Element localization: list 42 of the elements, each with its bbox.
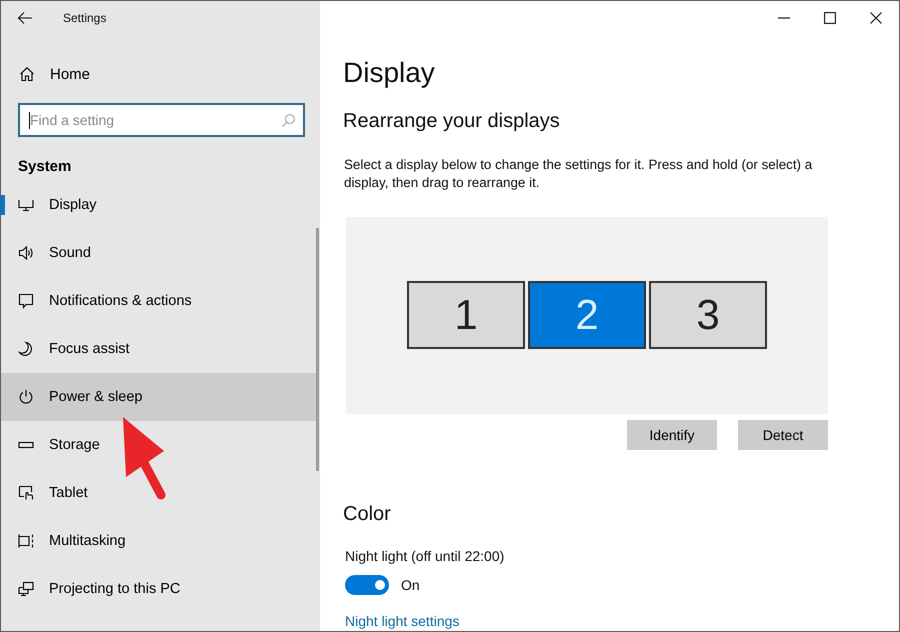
sidebar-item[interactable]: Power & sleep xyxy=(1,373,319,421)
toggle-state-label: On xyxy=(401,577,420,593)
close-icon xyxy=(870,12,882,24)
text-cursor xyxy=(29,112,30,129)
multitasking-icon xyxy=(18,533,34,549)
home-icon xyxy=(19,66,35,82)
sound-icon xyxy=(18,245,34,261)
home-nav-item[interactable]: Home xyxy=(1,54,320,94)
sidebar-item[interactable]: Display xyxy=(1,181,319,229)
monitor-tile[interactable]: 2 xyxy=(528,280,646,348)
focus-icon xyxy=(18,341,34,357)
notifications-icon xyxy=(18,293,34,309)
sidebar-item[interactable]: Sound xyxy=(1,229,319,277)
description-text: Select a display below to change the settings for it. Press and hold (or select) a display, then drag to rearrange it. xyxy=(344,156,814,192)
settings-link[interactable]: Night light settings xyxy=(345,611,460,631)
window-title: Settings xyxy=(63,10,106,24)
page-title: Display xyxy=(343,56,435,90)
power-icon xyxy=(18,389,34,405)
minimize-icon xyxy=(778,16,790,18)
maximize-icon xyxy=(824,12,836,24)
search-icon xyxy=(282,114,295,127)
setting-label: Night light (off until 22:00) xyxy=(345,547,504,566)
sidebar-item[interactable]: Multitasking xyxy=(1,517,319,565)
sidebar-item[interactable]: Focus assist xyxy=(1,325,319,373)
monitor-tile[interactable]: 1 xyxy=(407,280,525,348)
scrollbar[interactable] xyxy=(316,228,319,471)
sidebar-item[interactable]: Notifications & actions xyxy=(1,277,319,325)
sidebar-item[interactable]: Tablet xyxy=(1,469,319,517)
back-arrow-icon xyxy=(17,10,33,26)
section-heading: System xyxy=(18,157,72,177)
display-icon xyxy=(18,197,34,213)
detect-button[interactable]: Detect xyxy=(738,420,828,450)
sidebar-item[interactable]: Storage xyxy=(1,421,319,469)
section-heading: Color xyxy=(343,502,391,527)
toggle-switch[interactable] xyxy=(345,575,389,595)
projecting-icon xyxy=(18,581,34,597)
tablet-icon xyxy=(18,485,34,501)
monitor-tile[interactable]: 3 xyxy=(649,280,767,348)
identify-button[interactable]: Identify xyxy=(627,420,717,450)
section-heading: Rearrange your displays xyxy=(343,109,560,134)
sidebar-item[interactable]: Projecting to this PC xyxy=(1,565,319,613)
search-field[interactable]: Find a setting xyxy=(18,103,305,137)
